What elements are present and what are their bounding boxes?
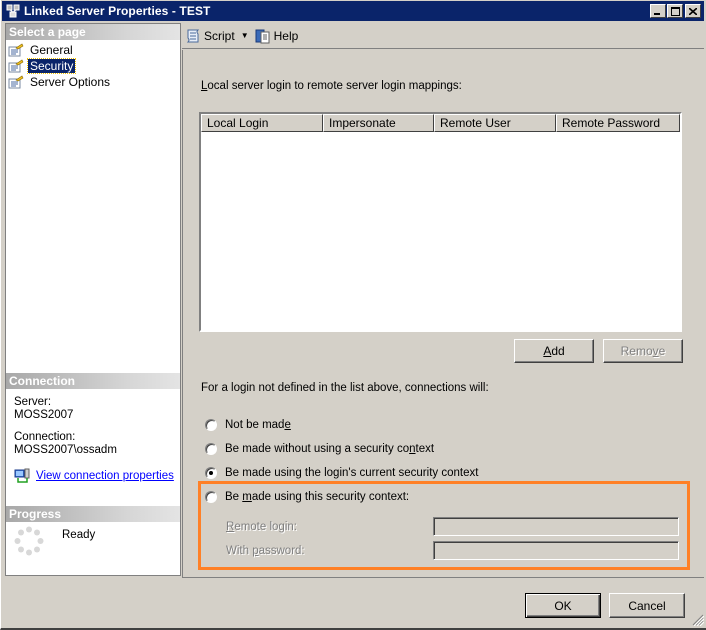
linked-server-icon (6, 4, 20, 18)
help-label: Help (273, 28, 299, 43)
radio-label: Be made using the login's current securi… (225, 467, 479, 479)
page-icon (8, 59, 24, 73)
view-connection-properties-link[interactable]: View connection properties (36, 470, 174, 482)
linked-server-properties-dialog: Linked Server Properties - TEST Select a… (0, 0, 706, 630)
close-button[interactable] (685, 4, 701, 18)
page-item-server-options[interactable]: Server Options (8, 74, 180, 90)
column-header-remote-user[interactable]: Remote User (434, 114, 556, 132)
with-password-label: With password: (226, 545, 305, 557)
remove-button[interactable]: Remo v e (603, 339, 683, 363)
progress-header: Progress (6, 506, 180, 522)
add-button[interactable]: Add (514, 339, 594, 363)
radio-not-be-made[interactable]: Not be made (205, 419, 291, 431)
remote-login-input[interactable] (433, 517, 679, 536)
page-list: General Security Server Options (6, 40, 180, 90)
connection-info: Server: MOSS2007 Connection: MOSS2007\os… (14, 396, 117, 466)
page-label: Security (26, 58, 77, 74)
select-page-header: Select a page (6, 24, 180, 40)
grid-header: Local Login Impersonate Remote User Remo… (201, 114, 680, 132)
radio-current-security-context[interactable]: Be made using the login's current securi… (205, 467, 478, 479)
radio-button[interactable] (205, 419, 217, 431)
unmapped-login-label: For a login not defined in the list abov… (201, 382, 489, 394)
page-icon (8, 75, 24, 89)
help-icon (255, 29, 270, 43)
title-bar[interactable]: Linked Server Properties - TEST (2, 1, 704, 21)
connection-properties-icon (14, 468, 30, 483)
ok-button[interactable]: OK (525, 593, 601, 618)
view-connection-properties: View connection properties (14, 468, 174, 484)
remote-login-label: Remote login: (226, 521, 297, 533)
script-icon (186, 29, 200, 42)
script-button[interactable]: Script ▼ (185, 28, 249, 44)
connection-label: Connection: (14, 431, 76, 443)
page-item-general[interactable]: General (8, 42, 180, 58)
progress-info: Ready (14, 526, 95, 556)
security-page: Local server login to remote server logi… (182, 50, 704, 578)
progress-status: Ready (62, 529, 96, 541)
help-button[interactable]: Help (255, 28, 299, 44)
server-label: Server: (14, 396, 52, 408)
left-pane: Select a page General Security Server Op… (5, 23, 181, 576)
minimize-icon (654, 13, 660, 15)
cancel-button[interactable]: Cancel (609, 593, 685, 618)
radio-label: Not be made (225, 419, 291, 431)
login-mappings-grid[interactable]: Local Login Impersonate Remote User Remo… (199, 112, 682, 332)
radio-label: Be made without using a security context (225, 443, 435, 455)
radio-this-security-context[interactable]: Be made using this security context: (205, 491, 409, 503)
column-header-local-login[interactable]: Local Login (201, 114, 323, 132)
page-label: General (30, 43, 73, 57)
window-title: Linked Server Properties - TEST (24, 4, 211, 18)
minimize-button[interactable] (650, 4, 666, 18)
maximize-button[interactable] (667, 4, 683, 18)
login-mappings-label: Local server login to remote server logi… (201, 80, 462, 92)
server-value: MOSS2007 (14, 409, 74, 421)
radio-without-security-context[interactable]: Be made without using a security context (205, 443, 434, 455)
radio-button-checked[interactable] (205, 467, 217, 479)
close-icon (689, 7, 697, 15)
radio-button[interactable] (205, 491, 217, 503)
progress-spinner-icon (14, 526, 44, 556)
chevron-down-icon[interactable]: ▼ (241, 31, 249, 40)
column-header-remote-password[interactable]: Remote Password (556, 114, 680, 132)
connection-value: MOSS2007\ossadm (14, 444, 117, 456)
connection-header: Connection (6, 373, 180, 389)
page-label: Server Options (30, 75, 111, 89)
radio-button[interactable] (205, 443, 217, 455)
page-item-security[interactable]: Security (8, 58, 180, 74)
column-header-impersonate[interactable]: Impersonate (323, 114, 434, 132)
radio-label: Be made using this security context: (225, 491, 410, 503)
page-icon (8, 43, 24, 57)
script-label: Script (204, 28, 235, 43)
maximize-icon (670, 6, 680, 16)
resize-grip-icon[interactable] (692, 614, 704, 626)
with-password-input[interactable] (433, 541, 679, 560)
toolbar: Script ▼ Help (182, 23, 704, 49)
